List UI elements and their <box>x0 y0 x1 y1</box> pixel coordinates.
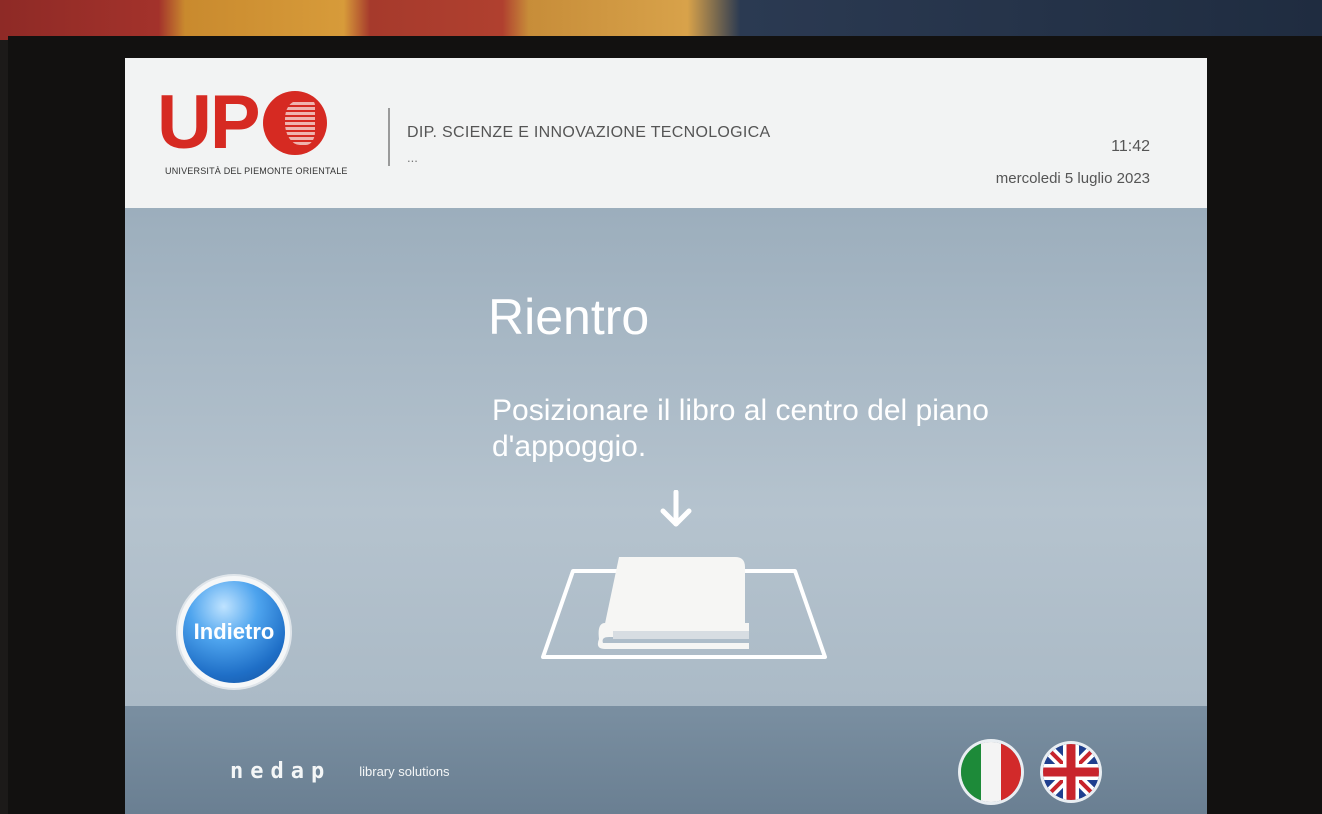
footer-bar: nedap library solutions <box>125 706 1207 814</box>
page-title: Rientro <box>488 289 650 345</box>
header-bar: UP UNIVERSITÀ DEL PIEMONTE ORIENTALE DIP… <box>125 58 1207 208</box>
down-arrow-icon <box>660 490 692 527</box>
nedap-tagline: library solutions <box>359 763 450 779</box>
instruction-text: Posizionare il libro al centro del piano… <box>492 394 989 463</box>
department-subtitle: ... <box>407 150 418 165</box>
uk-flag-icon[interactable] <box>1043 744 1099 800</box>
back-button-label: Indietro <box>183 581 285 683</box>
logo-subtitle: UNIVERSITÀ DEL PIEMONTE ORIENTALE <box>165 166 348 176</box>
upo-logo: UP <box>157 80 327 165</box>
clock-time: 11:42 <box>1111 138 1150 155</box>
nedap-wordmark: nedap <box>230 758 332 784</box>
header-divider <box>388 108 390 166</box>
nedap-logo: nedap library solutions <box>230 758 450 784</box>
logo-letters: UP <box>157 80 261 165</box>
italian-flag-icon[interactable] <box>961 742 1021 802</box>
current-date: mercoledi 5 luglio 2023 <box>995 170 1150 187</box>
background-bookshelf <box>0 0 1322 40</box>
book-on-pad-icon <box>541 557 827 659</box>
logo-o-emblem-icon <box>262 91 327 155</box>
back-button[interactable]: Indietro <box>178 576 290 688</box>
kiosk-screen: UP UNIVERSITÀ DEL PIEMONTE ORIENTALE DIP… <box>125 58 1207 814</box>
department-name: DIP. SCIENZE E INNOVAZIONE TECNOLOGICA <box>407 124 771 141</box>
